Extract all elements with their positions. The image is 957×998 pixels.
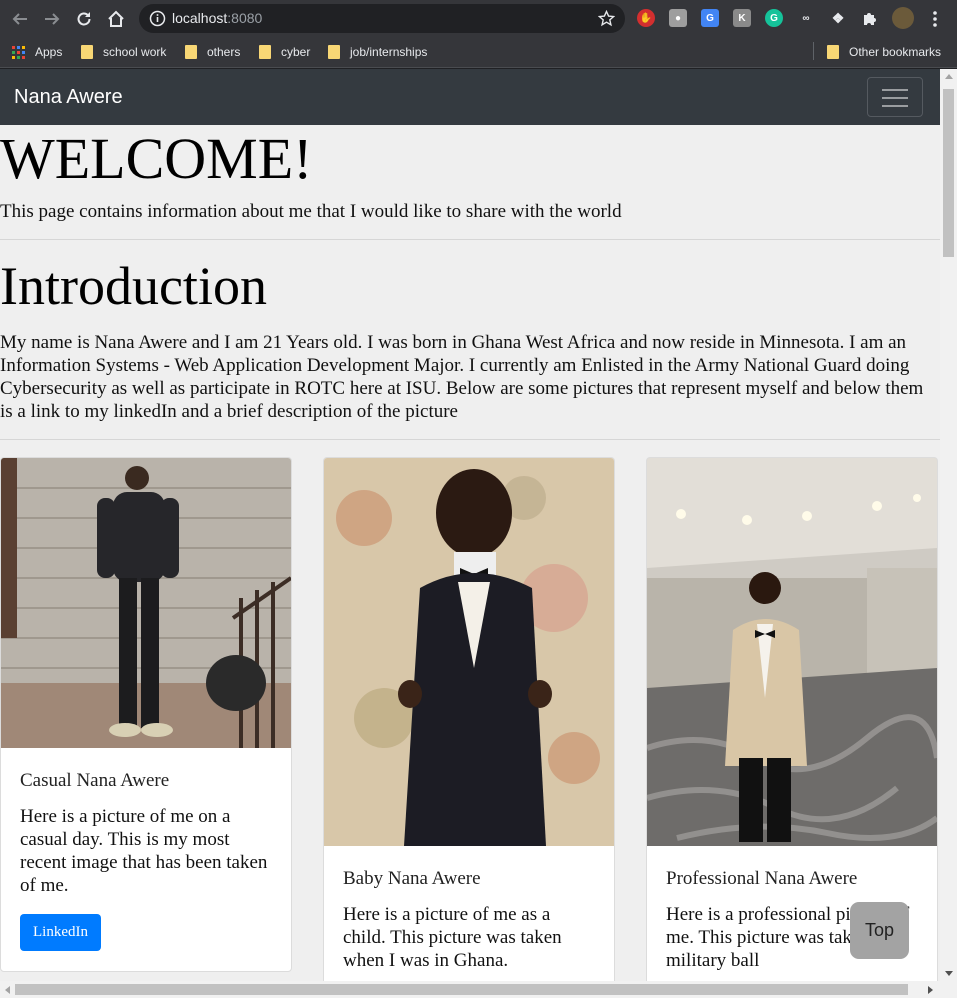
home-icon [108,10,124,27]
folder-icon [827,45,839,59]
intro-heading: Introduction [0,256,267,316]
menu-button[interactable] [923,7,947,31]
apps-grid-icon [12,45,25,59]
horizontal-scrollbar[interactable] [0,981,957,998]
bookmarks-divider [813,42,814,60]
bookmark-label: Apps [35,45,63,59]
professional-photo-image [647,458,937,846]
home-button[interactable] [104,7,128,31]
horizontal-scroll-thumb[interactable] [15,984,908,995]
hamburger-icon-bar [882,97,908,99]
glasses-icon[interactable]: ∞ [797,9,815,27]
more-vert-icon [933,11,937,27]
baby-photo-image [324,458,614,846]
card-text: Here is a picture of me on a casual day.… [20,806,268,896]
bookmark-label: school work [103,45,167,59]
page-viewport: Nana Awere WELCOME! This page contains i… [0,69,940,981]
navbar-brand[interactable]: Nana Awere [14,86,123,109]
bookmark-other-bookmarks[interactable]: Other bookmarks [827,43,941,61]
shield-icon[interactable]: ✋ [637,9,655,27]
hamburger-icon [882,89,908,91]
back-button[interactable] [8,7,32,31]
bookmark-apps[interactable]: Apps [12,43,62,61]
casual-photo-image [1,458,291,748]
intro-paragraph: My name is Nana Awere and I am 21 Years … [0,332,924,422]
card-baby: Baby Nana Awere Here is a picture of me … [323,457,615,981]
puzzle-icon[interactable] [861,9,879,27]
bookmark-school-work[interactable]: school work [81,43,166,61]
card-casual: Casual Nana Awere Here is a picture of m… [0,457,292,972]
translate-icon[interactable]: G [701,9,719,27]
forward-button[interactable] [40,7,64,31]
card-title: Baby Nana Awere [343,868,481,889]
bookmark-label: cyber [281,45,311,59]
bookmark-cyber[interactable]: cyber [259,43,310,61]
page-lead: This page contains information about me … [0,201,622,222]
vertical-scroll-thumb[interactable] [943,89,954,257]
address-bar[interactable]: localhost:8080 [139,4,625,33]
k-icon[interactable]: K [733,9,751,27]
scroll-right-icon[interactable] [928,986,933,994]
bookmark-label: others [207,45,241,59]
url-host: localhost [172,10,228,26]
scroll-up-icon[interactable] [945,74,953,79]
bookmark-label: job/internships [350,45,428,59]
browser-toolbar: localhost:8080 ✋ ● G K G ∞ ❖ [0,0,957,37]
folder-icon [81,45,93,59]
scroll-down-icon[interactable] [945,971,953,976]
back-to-top-button[interactable]: Top [850,902,909,959]
url-port: :8080 [227,10,263,26]
page-title: WELCOME! [0,126,313,191]
info-icon[interactable] [149,10,166,27]
camera-icon[interactable]: ● [669,9,687,27]
site-navbar: Nana Awere [0,69,940,125]
reload-button[interactable] [72,7,96,31]
bookmark-job-internships[interactable]: job/internships [328,43,427,61]
bookmark-label: Other bookmarks [849,45,942,59]
chat-icon[interactable]: ❖ [829,9,847,27]
folder-icon [328,45,340,59]
bookmark-others[interactable]: others [185,43,240,61]
bookmark-star-icon[interactable] [598,10,615,27]
back-arrow-icon [12,13,27,25]
profile-avatar-icon[interactable] [892,7,914,29]
card-title: Professional Nana Awere [666,868,858,889]
forward-arrow-icon [45,13,60,25]
divider [0,439,940,440]
folder-icon [185,45,197,59]
url-text: localhost:8080 [172,10,262,26]
linkedin-button[interactable]: LinkedIn [20,914,101,951]
card-text: Here is a picture of me as a child. This… [343,904,562,971]
hamburger-icon-bar [882,105,908,107]
vertical-scrollbar[interactable] [940,69,957,981]
card-title: Casual Nana Awere [20,770,170,791]
grammarly-icon[interactable]: G [765,9,783,27]
navbar-toggler-button[interactable] [867,77,923,117]
folder-icon [259,45,271,59]
scroll-left-icon[interactable] [5,986,10,994]
reload-icon [77,12,91,26]
divider [0,239,940,240]
